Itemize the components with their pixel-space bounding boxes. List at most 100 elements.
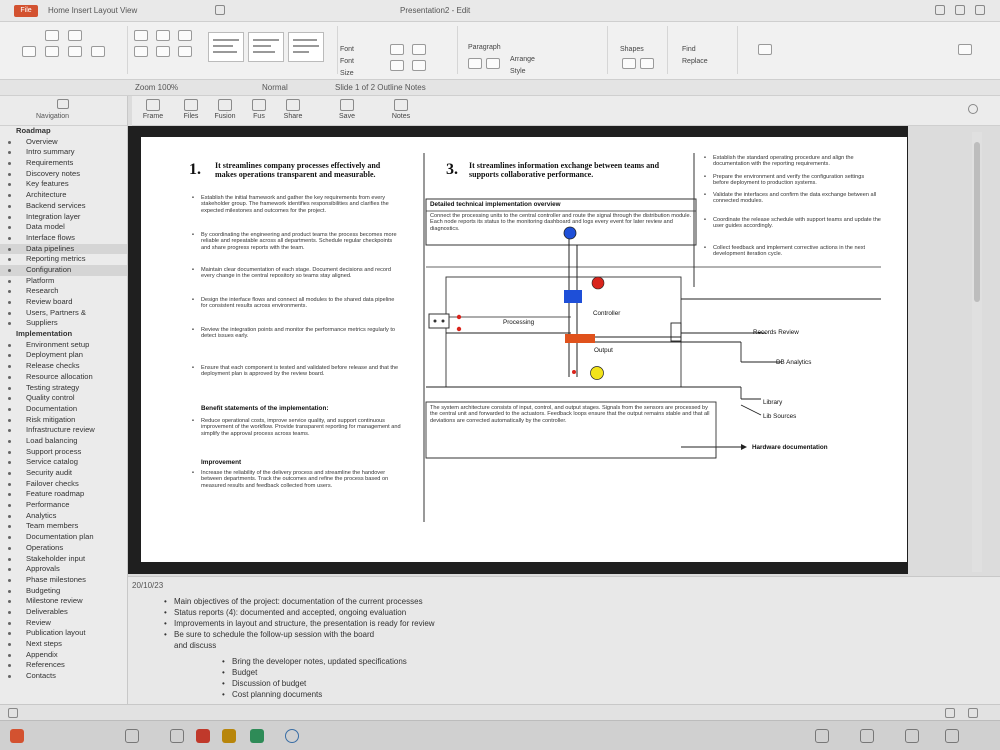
menu-tabs[interactable]: Home Insert Layout View: [48, 6, 137, 15]
outline-item[interactable]: Approvals: [0, 564, 127, 575]
outline-item[interactable]: Review: [0, 618, 127, 629]
designer-icon[interactable]: [958, 44, 972, 55]
outline-item[interactable]: Contacts: [0, 671, 127, 682]
chat-taskbar-icon[interactable]: [250, 729, 264, 743]
outline-item[interactable]: Stakeholder input: [0, 554, 127, 565]
note-sub-line[interactable]: • Budget: [222, 668, 257, 677]
outline-item[interactable]: References: [0, 660, 127, 671]
note-line[interactable]: • Improvements in layout and structure, t…: [164, 619, 435, 628]
outline-item[interactable]: Documentation: [0, 404, 127, 415]
zoom-out-icon[interactable]: [945, 708, 955, 718]
zoom-label[interactable]: Zoom 100%: [135, 83, 178, 92]
outline-item[interactable]: Support process: [0, 447, 127, 458]
outline-item[interactable]: Team members: [0, 521, 127, 532]
outline-item[interactable]: Architecture: [0, 190, 127, 201]
outline-item[interactable]: Research: [0, 286, 127, 297]
outline-item[interactable]: Reporting metrics: [0, 254, 127, 265]
notes-tool[interactable]: Notes: [386, 99, 416, 125]
presentation-taskbar-icon[interactable]: [196, 729, 210, 743]
outline-item[interactable]: Data model: [0, 222, 127, 233]
outline-item[interactable]: Security audit: [0, 468, 127, 479]
notes-pane[interactable]: 20/10/23 • Main objectives of the project…: [128, 576, 1000, 704]
outline-item[interactable]: Risk mitigation: [0, 415, 127, 426]
shapes-label[interactable]: Shapes: [620, 46, 644, 53]
outline-item[interactable]: Resource allocation: [0, 372, 127, 383]
outline-item[interactable]: Environment setup: [0, 340, 127, 351]
font-label[interactable]: Font: [340, 46, 354, 53]
shapes-icon[interactable]: [622, 58, 636, 69]
frame-tool[interactable]: Frame: [138, 99, 168, 125]
zoom-in-icon[interactable]: [968, 708, 978, 718]
navigation-icon[interactable]: [57, 99, 69, 109]
find-label[interactable]: Find: [682, 46, 696, 53]
close-icon[interactable]: [975, 5, 985, 15]
note-line[interactable]: and discuss: [174, 641, 216, 650]
font-size-label[interactable]: Size: [340, 70, 354, 77]
vertical-scrollbar[interactable]: [972, 132, 982, 572]
outline-item[interactable]: Backend services: [0, 201, 127, 212]
outline-item[interactable]: Analytics: [0, 511, 127, 522]
outline-item[interactable]: Roadmap: [0, 126, 127, 137]
outline-item[interactable]: Discovery notes: [0, 169, 127, 180]
outline-item[interactable]: Interface flows: [0, 233, 127, 244]
theme-thumbnail-1[interactable]: [208, 32, 244, 62]
outline-item[interactable]: Publication layout: [0, 628, 127, 639]
outline-item[interactable]: Budgeting: [0, 586, 127, 597]
share-tool[interactable]: Share: [278, 99, 308, 125]
arrange-label[interactable]: Arrange: [510, 56, 535, 63]
status-icon[interactable]: [8, 708, 18, 718]
browser-taskbar-icon[interactable]: [285, 729, 299, 743]
minimize-icon[interactable]: [935, 5, 945, 15]
outline-item[interactable]: Deliverables: [0, 607, 127, 618]
fus-tool[interactable]: Fus: [244, 99, 274, 125]
cut-icon[interactable]: [45, 30, 59, 41]
outline-item[interactable]: Integration layer: [0, 212, 127, 223]
align-center-icon[interactable]: [486, 58, 500, 69]
outline-item[interactable]: Operations: [0, 543, 127, 554]
font-color-icon[interactable]: [390, 44, 404, 55]
italic-icon[interactable]: [178, 46, 192, 57]
section-icon[interactable]: [156, 46, 170, 57]
outline-item[interactable]: Feature roadmap: [0, 489, 127, 500]
outline-item[interactable]: Intro summary: [0, 147, 127, 158]
note-line[interactable]: • Be sure to schedule the follow-up sessi…: [164, 630, 374, 639]
note-sub-line[interactable]: • Cost planning documents: [222, 690, 322, 699]
outline-item[interactable]: Requirements: [0, 158, 127, 169]
save-icon[interactable]: [215, 5, 225, 15]
outline-item[interactable]: Release checks: [0, 361, 127, 372]
notes-taskbar-icon[interactable]: [222, 729, 236, 743]
copy-icon[interactable]: [45, 46, 59, 57]
align-left-icon[interactable]: [468, 58, 482, 69]
outline-item[interactable]: Testing strategy: [0, 383, 127, 394]
format-painter-icon[interactable]: [68, 30, 82, 41]
maximize-icon[interactable]: [955, 5, 965, 15]
tray-icon-2[interactable]: [860, 729, 874, 743]
app-launcher-icon[interactable]: [10, 729, 24, 743]
paragraph-label[interactable]: Paragraph: [468, 44, 501, 51]
outline-item[interactable]: Implementation: [0, 329, 127, 340]
slide-canvas[interactable]: 1. It streamlines company processes effe…: [141, 137, 907, 562]
scrollbar-thumb[interactable]: [974, 142, 980, 302]
outline-item[interactable]: Suppliers: [0, 318, 127, 329]
layout-icon[interactable]: [134, 46, 148, 57]
theme-thumbnail-2[interactable]: [248, 32, 284, 62]
outline-item[interactable]: Failover checks: [0, 479, 127, 490]
file-menu-button[interactable]: File: [14, 5, 38, 17]
outline-item[interactable]: Platform: [0, 276, 127, 287]
paste-icon[interactable]: [22, 46, 36, 57]
tray-icon-1[interactable]: [815, 729, 829, 743]
outline-item[interactable]: Data pipelines: [0, 243, 127, 255]
view-label[interactable]: Normal: [262, 83, 288, 92]
outline-item[interactable]: Deployment plan: [0, 350, 127, 361]
note-line[interactable]: • Status reports (4): documented and acce…: [164, 608, 406, 617]
outline-item[interactable]: Next steps: [0, 639, 127, 650]
outline-item[interactable]: Documentation plan: [0, 532, 127, 543]
new-slide-icon[interactable]: [134, 30, 148, 41]
note-sub-line[interactable]: • Bring the developer notes, updated spec…: [222, 657, 407, 666]
outline-item[interactable]: Review board: [0, 297, 127, 308]
note-line[interactable]: • Main objectives of the project: documen…: [164, 597, 423, 606]
underline-icon[interactable]: [412, 44, 426, 55]
tray-icon-4[interactable]: [945, 729, 959, 743]
redo-icon[interactable]: [91, 46, 105, 57]
strikethrough-icon[interactable]: [412, 60, 426, 71]
